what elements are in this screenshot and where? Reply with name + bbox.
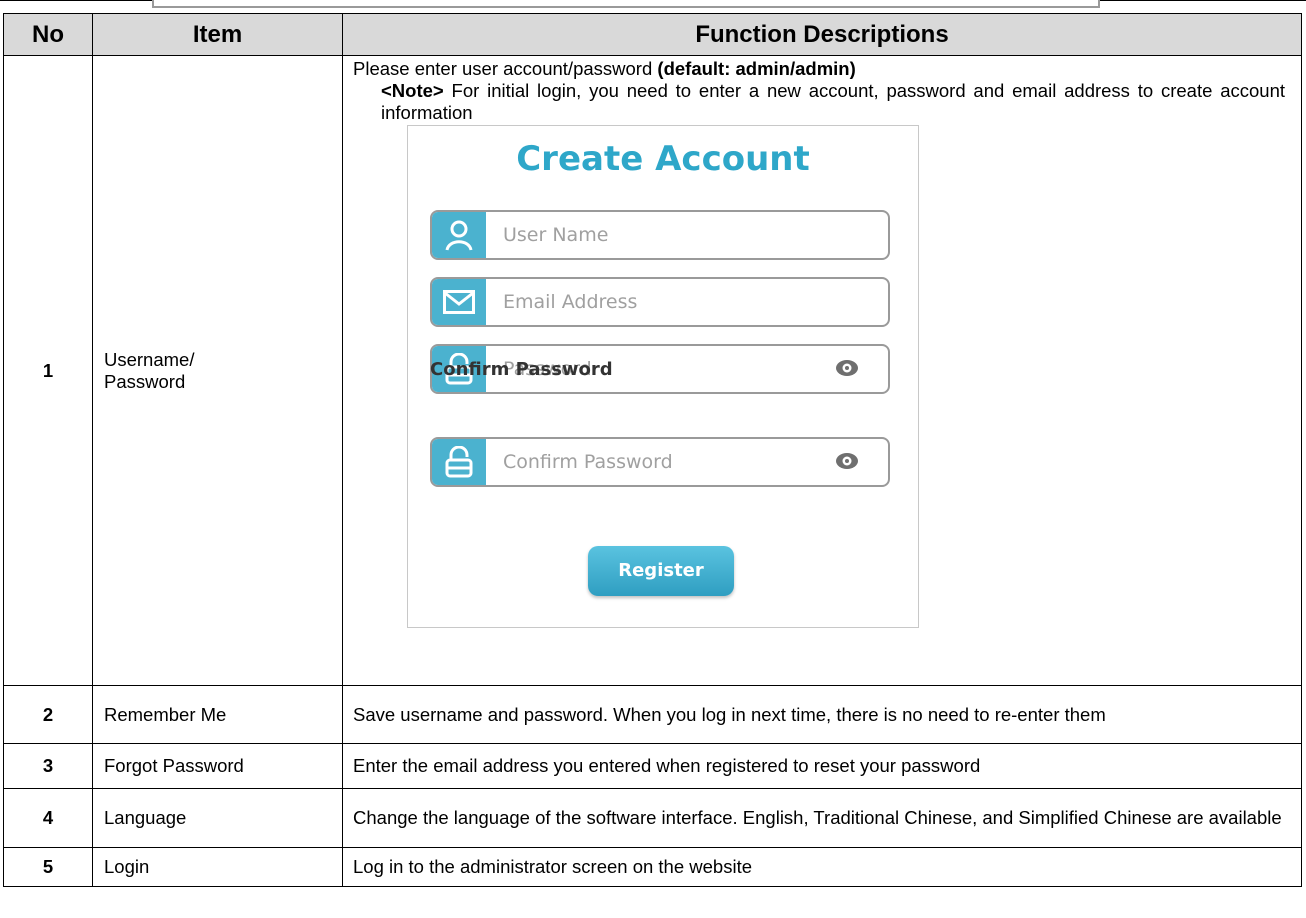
row-description: Please enter user account/password (defa… — [342, 55, 1302, 686]
desc-note: <Note> For initial login, you need to en… — [381, 80, 1285, 124]
confirm-password-field[interactable]: Confirm Password — [430, 437, 890, 487]
table-row: 5 Login Log in to the administrator scre… — [3, 847, 1302, 887]
username-placeholder: User Name — [503, 224, 609, 246]
row-number: 1 — [3, 55, 93, 686]
table-row: 1 Username/ Password Please enter user a… — [3, 55, 1302, 686]
row-number: 2 — [3, 685, 93, 744]
table-header-row: No Item Function Descriptions — [3, 13, 1302, 56]
table-row: 3 Forgot Password Enter the email addres… — [3, 743, 1302, 789]
header-item: Item — [92, 13, 343, 56]
email-placeholder: Email Address — [503, 291, 638, 313]
desc-default-credentials: (default: admin/admin) — [657, 58, 856, 79]
row-item: Username/ Password — [92, 55, 343, 686]
row-item: Login — [92, 847, 343, 887]
eye-icon[interactable] — [834, 358, 860, 378]
user-icon — [432, 212, 486, 258]
eye-icon[interactable] — [834, 451, 860, 471]
email-field[interactable]: Email Address — [430, 277, 890, 327]
row-item: Language — [92, 788, 343, 848]
lock-icon — [432, 439, 486, 485]
note-label: <Note> — [381, 80, 444, 101]
create-account-title: Create Account — [516, 139, 810, 179]
previous-figure-frame — [152, 0, 1100, 8]
create-account-screenshot: Create Account User Name Email Address P… — [407, 125, 919, 628]
envelope-icon — [432, 279, 486, 325]
table-row: 4 Language Change the language of the so… — [3, 788, 1302, 848]
desc-main-text: Please enter user account/password — [353, 58, 658, 79]
note-text: For initial login, you need to enter a n… — [381, 80, 1285, 123]
header-no: No — [3, 13, 93, 56]
row-description: Save username and password. When you log… — [342, 685, 1302, 744]
confirm-password-placeholder: Confirm Password — [503, 451, 673, 473]
row-number: 5 — [3, 847, 93, 887]
row-item: Remember Me — [92, 685, 343, 744]
function-table: No Item Function Descriptions 1 Username… — [3, 13, 1302, 887]
header-desc: Function Descriptions — [342, 13, 1302, 56]
table-row: 2 Remember Me Save username and password… — [3, 685, 1302, 744]
register-button[interactable]: Register — [588, 546, 734, 596]
confirm-password-label: Confirm Password — [430, 359, 613, 380]
row-description: Change the language of the software inte… — [342, 788, 1302, 848]
row-number: 3 — [3, 743, 93, 789]
username-field[interactable]: User Name — [430, 210, 890, 260]
row-item: Forgot Password — [92, 743, 343, 789]
row-number: 4 — [3, 788, 93, 848]
desc-main-line: Please enter user account/password (defa… — [353, 58, 1285, 80]
row-description: Log in to the administrator screen on th… — [342, 847, 1302, 887]
row-description: Enter the email address you entered when… — [342, 743, 1302, 789]
